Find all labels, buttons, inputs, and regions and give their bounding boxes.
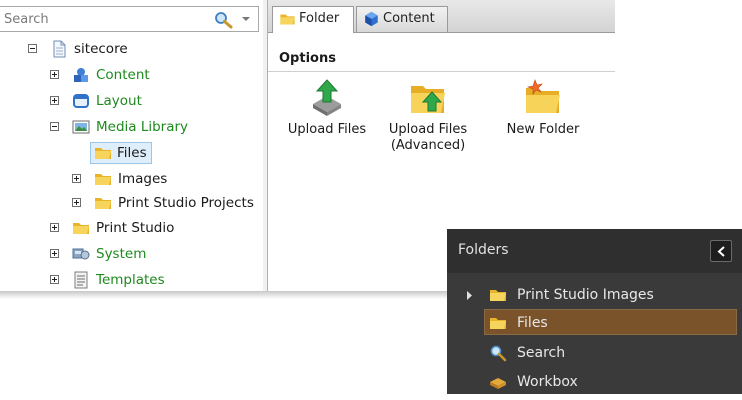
tab-label: Content bbox=[383, 11, 435, 26]
tree-node-label: Print Studio bbox=[96, 220, 175, 236]
new-folder-label: New Folder bbox=[506, 122, 580, 137]
folder-icon bbox=[94, 170, 112, 188]
tree-node-files[interactable]: Files bbox=[90, 142, 152, 164]
tree-node-print-studio[interactable]: Print Studio bbox=[50, 217, 250, 239]
folder-item-label: Print Studio Images bbox=[517, 287, 654, 303]
expand-arrow-icon[interactable] bbox=[466, 291, 473, 300]
tree-node-label: Templates bbox=[96, 272, 165, 288]
tree-node-label: Print Studio Projects bbox=[118, 195, 254, 211]
ribbon-group-header: Options bbox=[268, 43, 615, 72]
upload-icon bbox=[307, 78, 347, 118]
tab-folder[interactable]: Folder bbox=[272, 6, 354, 33]
expand-icon[interactable] bbox=[50, 70, 59, 79]
tree-node-label: sitecore bbox=[74, 41, 128, 57]
chevron-down-icon[interactable] bbox=[240, 13, 252, 25]
folders-panel-title: Folders bbox=[458, 242, 509, 258]
folder-item-label: Search bbox=[517, 345, 566, 361]
ribbon-tab-strip: Folder Content bbox=[268, 0, 615, 33]
collapse-icon[interactable] bbox=[50, 122, 59, 131]
folder-item-workbox[interactable]: Workbox bbox=[447, 369, 742, 395]
folder-icon bbox=[72, 219, 90, 237]
folder-icon bbox=[94, 144, 112, 162]
folder-item-search[interactable]: Search bbox=[447, 340, 742, 366]
expand-icon[interactable] bbox=[50, 223, 59, 232]
tree-node-images[interactable]: Images bbox=[72, 168, 262, 190]
cube-icon bbox=[363, 11, 380, 27]
upload-files-label: Upload Files bbox=[287, 122, 367, 137]
expand-icon[interactable] bbox=[72, 174, 81, 183]
folders-panel-header: Folders bbox=[447, 229, 742, 273]
folder-item-label: Files bbox=[517, 315, 548, 331]
folder-item-label: Workbox bbox=[517, 374, 578, 390]
folder-icon bbox=[489, 314, 507, 332]
tree-node-label: System bbox=[96, 246, 147, 262]
tab-label: Folder bbox=[299, 11, 340, 26]
search-icon[interactable] bbox=[214, 11, 234, 29]
folders-panel: Folders Print Studio Images Files Search… bbox=[447, 229, 742, 394]
templates-icon bbox=[72, 271, 90, 289]
upload-advanced-label-line2: (Advanced) bbox=[390, 138, 466, 153]
tree-node-label: Content bbox=[96, 67, 150, 83]
tree-node-content[interactable]: Content bbox=[50, 64, 250, 86]
upload-files-advanced-button[interactable]: Upload Files (Advanced) bbox=[388, 78, 468, 154]
ribbon-group-title: Options bbox=[279, 51, 336, 66]
upload-files-button[interactable]: Upload Files bbox=[286, 78, 368, 138]
folder-item-print-studio-images[interactable]: Print Studio Images bbox=[447, 282, 742, 308]
tree-node-label: Media Library bbox=[96, 119, 189, 135]
expand-icon[interactable] bbox=[50, 275, 59, 284]
search-input[interactable] bbox=[4, 10, 194, 28]
collapse-icon[interactable] bbox=[28, 44, 37, 53]
tree-node-label: Layout bbox=[96, 93, 142, 109]
tree-node-sitecore[interactable]: sitecore bbox=[28, 38, 228, 60]
expand-icon[interactable] bbox=[50, 96, 59, 105]
collapse-panel-button[interactable] bbox=[710, 240, 732, 262]
upload-folder-icon bbox=[408, 78, 448, 118]
layout-icon bbox=[72, 92, 90, 110]
new-folder-icon bbox=[523, 78, 563, 118]
new-folder-button[interactable]: New Folder bbox=[502, 78, 584, 138]
system-icon bbox=[72, 245, 90, 263]
chevron-left-icon bbox=[717, 246, 725, 257]
tab-content[interactable]: Content bbox=[356, 6, 448, 32]
content-icon bbox=[72, 66, 90, 84]
folder-icon bbox=[94, 194, 112, 212]
media-library-icon bbox=[72, 118, 90, 136]
tree-node-layout[interactable]: Layout bbox=[50, 90, 250, 112]
content-tree-pane: sitecore Content Layout Media Library bbox=[0, 0, 264, 291]
folder-item-files[interactable]: Files bbox=[484, 309, 737, 335]
search-icon bbox=[489, 344, 507, 362]
expand-icon[interactable] bbox=[72, 198, 81, 207]
expand-icon[interactable] bbox=[50, 249, 59, 258]
tree-node-system[interactable]: System bbox=[50, 243, 250, 265]
tree-node-label: Images bbox=[118, 171, 168, 187]
tree-node-label: Files bbox=[117, 145, 147, 161]
folder-icon bbox=[279, 11, 296, 27]
tree-node-templates[interactable]: Templates bbox=[50, 269, 250, 291]
workbox-icon bbox=[489, 373, 507, 391]
document-icon bbox=[50, 40, 68, 58]
upload-advanced-label-line1: Upload Files bbox=[388, 122, 468, 137]
folder-icon bbox=[489, 286, 507, 304]
tree-node-media-library[interactable]: Media Library bbox=[50, 116, 250, 138]
tree-node-print-studio-projects[interactable]: Print Studio Projects bbox=[72, 192, 262, 214]
search-box bbox=[0, 6, 259, 32]
